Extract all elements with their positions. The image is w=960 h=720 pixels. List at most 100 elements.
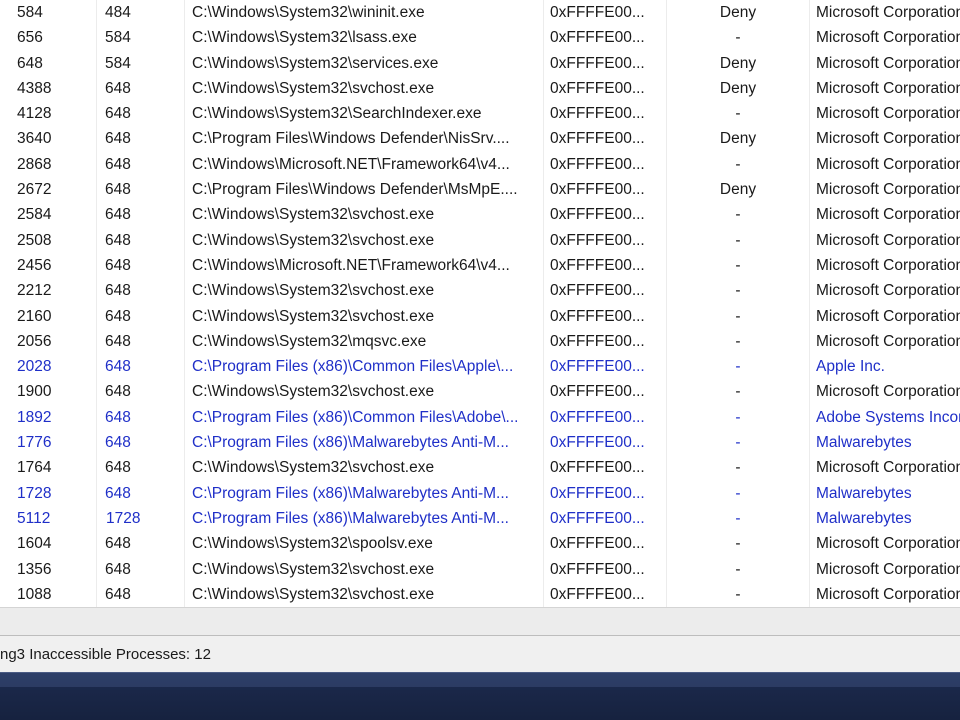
status-bar: ng3 Inaccessible Processes: 12 <box>0 635 960 672</box>
parent-pid-cell: 648 <box>97 278 185 304</box>
parent-pid-cell: 648 <box>97 303 185 329</box>
company-cell: Microsoft Corporation <box>816 383 960 401</box>
table-row[interactable]: 2028 648 C:\Program Files (x86)\Common Fil… <box>0 354 960 380</box>
company-cell: Microsoft Corporation <box>816 181 960 199</box>
table-row[interactable]: 656 584 C:\Windows\System32\lsass.exe 0xFFF… <box>0 25 960 51</box>
path-cell: C:\Windows\System32\wininit.exe <box>185 0 544 26</box>
company-cell: Apple Inc. <box>816 358 885 376</box>
pid-cell: 1776 <box>0 430 97 456</box>
company-cell: Microsoft Corporation <box>816 256 960 274</box>
table-row[interactable]: 1764 648 C:\Windows\System32\svchost.exe 0x… <box>0 455 960 481</box>
path-cell: C:\Program Files (x86)\Common Files\Adob… <box>185 404 544 431</box>
company-cell: Microsoft Corporation <box>816 206 960 224</box>
address-cell: 0xFFFFE00... <box>544 101 667 127</box>
path-cell: C:\Windows\System32\svchost.exe <box>185 75 544 102</box>
table-row[interactable]: 2672 648 C:\Program Files\Windows Defender… <box>0 177 960 203</box>
address-cell: 0xFFFFE00... <box>544 303 667 329</box>
pid-cell: 1728 <box>0 480 97 506</box>
table-row[interactable]: 4128 648 C:\Windows\System32\SearchIndexer… <box>0 101 960 127</box>
parent-pid-cell: 648 <box>97 177 185 203</box>
path-cell: C:\Windows\System32\lsass.exe <box>185 25 544 51</box>
parent-pid-cell: 484 <box>97 0 185 26</box>
company-cell: Microsoft Corporation <box>816 105 960 123</box>
address-cell: 0xFFFFE00... <box>544 0 667 26</box>
table-row[interactable]: 4388 648 C:\Windows\System32\svchost.exe 0x… <box>0 75 960 102</box>
parent-pid-cell: 1728 <box>97 505 185 532</box>
pid-cell: 4128 <box>0 101 97 127</box>
table-row[interactable]: 1728 648 C:\Program Files (x86)\Malwarebyt… <box>0 480 960 506</box>
parent-pid-cell: 648 <box>97 75 185 102</box>
dep-cell: - <box>667 354 810 380</box>
company-cell: Microsoft Corporation <box>816 155 960 173</box>
table-row[interactable]: 2508 648 C:\Windows\System32\svchost.exe 0x… <box>0 227 960 253</box>
dep-cell: Deny <box>667 75 810 102</box>
dep-cell: Deny <box>667 50 810 76</box>
pid-cell: 2508 <box>0 227 97 253</box>
path-cell: C:\Windows\System32\svchost.exe <box>185 278 544 304</box>
address-cell: 0xFFFFE00... <box>544 455 667 481</box>
path-cell: C:\Windows\System32\services.exe <box>185 50 544 76</box>
pid-cell: 1764 <box>0 455 97 481</box>
dep-cell: Deny <box>667 177 810 203</box>
address-cell: 0xFFFFE00... <box>544 227 667 253</box>
dep-cell: Deny <box>667 0 810 26</box>
company-cell: Malwarebytes <box>816 434 912 452</box>
table-row[interactable]: 2456 648 C:\Windows\Microsoft.NET\Framewor… <box>0 252 960 279</box>
table-row[interactable]: 3640 648 C:\Program Files\Windows Defender… <box>0 126 960 152</box>
company-cell: Malwarebytes <box>816 484 912 502</box>
path-cell: C:\Windows\System32\svchost.exe <box>185 202 544 228</box>
path-cell: C:\Windows\System32\svchost.exe <box>185 227 544 253</box>
table-row[interactable]: 1604 648 C:\Windows\System32\spoolsv.exe 0x… <box>0 531 960 557</box>
table-row[interactable]: 1356 648 C:\Windows\System32\svchost.exe 0x… <box>0 556 960 582</box>
parent-pid-cell: 648 <box>97 581 185 607</box>
address-cell: 0xFFFFE00... <box>544 278 667 304</box>
company-cell: Microsoft Corporation <box>816 560 960 578</box>
address-cell: 0xFFFFE00... <box>544 202 667 228</box>
table-row[interactable]: 2056 648 C:\Windows\System32\mqsvc.exe 0xFF… <box>0 328 960 355</box>
dep-cell: - <box>667 581 810 607</box>
path-cell: C:\Windows\System32\svchost.exe <box>185 455 544 481</box>
table-row[interactable]: 1776 648 C:\Program Files (x86)\Malwarebyt… <box>0 430 960 456</box>
table-row[interactable]: 1892 648 C:\Program Files (x86)\Common Fil… <box>0 404 960 431</box>
table-row[interactable]: 2160 648 C:\Windows\System32\svchost.exe 0x… <box>0 303 960 329</box>
dep-cell: - <box>667 480 810 506</box>
table-row[interactable]: 2212 648 C:\Windows\System32\svchost.exe 0x… <box>0 278 960 304</box>
taskbar-glow <box>0 673 960 687</box>
table-row[interactable]: 584 484 C:\Windows\System32\wininit.exe 0xF… <box>0 0 960 26</box>
address-cell: 0xFFFFE00... <box>544 252 667 279</box>
pid-cell: 2456 <box>0 252 97 279</box>
horizontal-scrollbar[interactable] <box>0 607 960 635</box>
status-text: ng3 Inaccessible Processes: 12 <box>0 646 211 663</box>
address-cell: 0xFFFFE00... <box>544 75 667 102</box>
address-cell: 0xFFFFE00... <box>544 379 667 405</box>
windows-taskbar[interactable] <box>0 672 960 720</box>
table-row[interactable]: 5112 1728 C:\Program Files (x86)\Malwareby… <box>0 505 960 532</box>
table-row[interactable]: 2584 648 C:\Windows\System32\svchost.exe 0x… <box>0 202 960 228</box>
parent-pid-cell: 648 <box>97 227 185 253</box>
address-cell: 0xFFFFE00... <box>544 126 667 152</box>
process-rows: 584 484 C:\Windows\System32\wininit.exe 0xF… <box>0 0 960 607</box>
dep-cell: - <box>667 556 810 582</box>
company-cell: Microsoft Corporation <box>816 282 960 300</box>
path-cell: C:\Program Files (x86)\Malwarebytes Anti… <box>185 480 544 506</box>
pid-cell: 1088 <box>0 581 97 607</box>
pid-cell: 2584 <box>0 202 97 228</box>
company-cell: Microsoft Corporation <box>816 459 960 477</box>
path-cell: C:\Windows\System32\svchost.exe <box>185 303 544 329</box>
pid-cell: 1604 <box>0 531 97 557</box>
address-cell: 0xFFFFE00... <box>544 556 667 582</box>
path-cell: C:\Program Files (x86)\Malwarebytes Anti… <box>185 505 544 532</box>
parent-pid-cell: 648 <box>97 430 185 456</box>
pid-cell: 1892 <box>0 404 97 431</box>
dep-cell: - <box>667 101 810 127</box>
table-row[interactable]: 2868 648 C:\Windows\Microsoft.NET\Framewor… <box>0 151 960 178</box>
table-row[interactable]: 1900 648 C:\Windows\System32\svchost.exe 0x… <box>0 379 960 405</box>
parent-pid-cell: 648 <box>97 455 185 481</box>
parent-pid-cell: 648 <box>97 404 185 431</box>
dep-cell: - <box>667 303 810 329</box>
process-table: 584 484 C:\Windows\System32\wininit.exe 0xF… <box>0 0 960 607</box>
table-row[interactable]: 648 584 C:\Windows\System32\services.exe 0x… <box>0 50 960 76</box>
table-row[interactable]: 1088 648 C:\Windows\System32\svchost.exe 0x… <box>0 581 960 607</box>
address-cell: 0xFFFFE00... <box>544 25 667 51</box>
pid-cell: 648 <box>0 50 97 76</box>
